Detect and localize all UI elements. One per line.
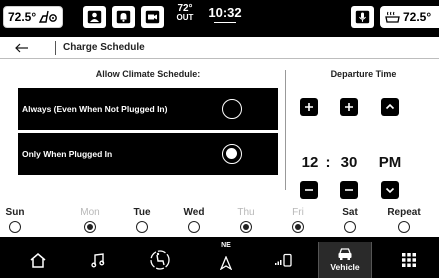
- option-radio[interactable]: [222, 99, 242, 119]
- day-radio[interactable]: [398, 221, 410, 233]
- driver-profile-icon: [87, 10, 102, 24]
- day-sat[interactable]: Sat: [330, 207, 370, 233]
- seat-heat-icon: [38, 10, 58, 24]
- clock-underline: [214, 22, 236, 23]
- charge-schedule-panel: Charge Schedule Allow Climate Schedule: …: [0, 37, 439, 237]
- passenger-temp: 72.5°: [403, 10, 432, 24]
- nav-media[interactable]: [78, 242, 118, 278]
- day-label: Mon: [80, 207, 100, 218]
- notification-bell-icon: [116, 10, 131, 24]
- day-radio[interactable]: [344, 221, 356, 233]
- header-divider: [55, 41, 56, 55]
- day-label: Thu: [237, 207, 255, 218]
- notifications-button[interactable]: [112, 6, 135, 28]
- nav-comfort[interactable]: [135, 242, 185, 278]
- outside-temp-label: OUT: [176, 13, 194, 22]
- day-label: Fri: [292, 207, 304, 218]
- outside-temperature: 72° OUT: [174, 4, 196, 22]
- driver-profile-button[interactable]: [83, 6, 106, 28]
- climate-schedule-label: Allow Climate Schedule:: [95, 69, 201, 79]
- comfort-icon: [149, 249, 171, 271]
- climate-option-plugged-in[interactable]: Only When Plugged In: [18, 133, 278, 175]
- heated-wheel-icon: [385, 10, 401, 24]
- day-thu[interactable]: Thu: [226, 207, 266, 233]
- camera-button[interactable]: [141, 6, 164, 28]
- music-note-icon: [90, 252, 106, 268]
- departure-period: PM: [378, 154, 402, 171]
- page-header: Charge Schedule: [0, 37, 439, 59]
- option-label: Always (Even When Not Plugged In): [22, 104, 168, 114]
- home-icon: [29, 252, 47, 268]
- option-radio-selected[interactable]: [222, 144, 242, 164]
- vehicle-icon: [337, 247, 353, 261]
- hour-decrement-button[interactable]: [300, 181, 318, 199]
- nav-apps[interactable]: [389, 242, 429, 278]
- minute-increment-button[interactable]: [340, 98, 358, 116]
- day-selector: Sun Mon Tue Wed Thu Fri Sat Repeat: [0, 207, 439, 237]
- section-divider: [285, 70, 286, 190]
- day-label: Repeat: [387, 207, 421, 218]
- page-title: Charge Schedule: [63, 42, 145, 53]
- day-radio-checked[interactable]: [292, 221, 304, 233]
- minute-decrement-button[interactable]: [340, 181, 358, 199]
- clock: 10:32: [205, 5, 245, 23]
- chevron-up-icon: [385, 102, 395, 112]
- day-label: Sun: [5, 207, 25, 218]
- day-label: Tue: [133, 207, 151, 218]
- option-label: Only When Plugged In: [22, 149, 113, 159]
- plus-icon: [304, 102, 314, 112]
- camera-icon: [145, 10, 160, 24]
- clock-time: 10:32: [208, 5, 242, 20]
- microphone-icon: [355, 10, 370, 24]
- driver-temp: 72.5°: [8, 10, 37, 24]
- day-radio-checked[interactable]: [240, 221, 252, 233]
- departure-time-label: Departure Time: [330, 69, 397, 79]
- chevron-down-icon: [385, 185, 395, 195]
- departure-separator: :: [325, 154, 331, 171]
- period-up-button[interactable]: [381, 98, 399, 116]
- departure-minute: 30: [340, 154, 358, 171]
- nav-vehicle-label: Vehicle: [330, 262, 360, 272]
- day-radio[interactable]: [136, 221, 148, 233]
- climate-option-always[interactable]: Always (Even When Not Plugged In): [18, 88, 278, 130]
- day-repeat[interactable]: Repeat: [384, 207, 424, 233]
- back-arrow-icon: [15, 43, 29, 53]
- nav-vehicle[interactable]: Vehicle: [318, 242, 372, 278]
- phone-signal-icon: [274, 253, 294, 267]
- period-down-button[interactable]: [381, 181, 399, 199]
- apps-grid-icon: [402, 253, 416, 267]
- plus-icon: [344, 102, 354, 112]
- bottom-nav: NE Vehicle: [0, 242, 439, 278]
- passenger-climate-button[interactable]: 72.5°: [380, 6, 439, 28]
- minus-icon: [304, 185, 314, 195]
- minus-icon: [344, 185, 354, 195]
- nav-home[interactable]: [18, 242, 58, 278]
- day-fri[interactable]: Fri: [278, 207, 318, 233]
- nav-phone[interactable]: [264, 242, 304, 278]
- departure-hour: 12: [301, 154, 319, 171]
- status-bar: 72.5° 72° OUT 10:32 72.5°: [0, 0, 439, 30]
- nav-navigation[interactable]: [206, 248, 246, 278]
- hour-increment-button[interactable]: [300, 98, 318, 116]
- day-radio-checked[interactable]: [84, 221, 96, 233]
- day-mon[interactable]: Mon: [70, 207, 110, 233]
- day-label: Sat: [342, 207, 358, 218]
- driver-climate-button[interactable]: 72.5°: [3, 6, 63, 28]
- day-tue[interactable]: Tue: [122, 207, 162, 233]
- back-button[interactable]: [8, 40, 36, 56]
- day-radio[interactable]: [9, 221, 21, 233]
- navigation-arrow-icon: [220, 256, 232, 270]
- day-sun[interactable]: Sun: [0, 207, 35, 233]
- voice-button[interactable]: [351, 6, 374, 28]
- day-wed[interactable]: Wed: [174, 207, 214, 233]
- day-label: Wed: [183, 207, 205, 218]
- day-radio[interactable]: [188, 221, 200, 233]
